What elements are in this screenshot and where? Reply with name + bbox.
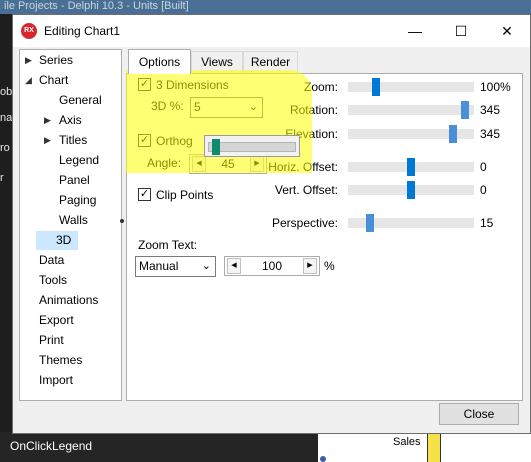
splitter-handle[interactable] [120, 219, 124, 223]
tree-item-tools[interactable]: Tools [36, 271, 70, 290]
zoom-slider-track[interactable] [348, 82, 474, 92]
ide-title-strip: ile Projects - Delphi 10.3 - Units [Buil… [0, 0, 531, 14]
tree-item-data[interactable]: Data [36, 251, 67, 270]
horiz-offset-slider-thumb[interactable] [407, 158, 415, 176]
clip-points-label: Clip Points [156, 188, 214, 202]
zoom-text-mode-value: Manual [139, 259, 179, 273]
three-d-percent-slider-popup[interactable] [204, 135, 300, 157]
vert-offset-value: 0 [480, 183, 487, 197]
rotation-slider-thumb[interactable] [461, 101, 470, 119]
expand-arrow-icon[interactable]: ▶ [44, 111, 51, 130]
editor-tree[interactable]: ▶ Series ◢ Chart General ▶ Axis ▶ Titles… [19, 49, 122, 401]
tree-item-export[interactable]: Export [36, 311, 77, 330]
orthogonal-checkbox[interactable]: ✓ [138, 134, 151, 147]
slider-label-zoom: Zoom: [303, 80, 338, 94]
decrement-arrow-icon[interactable]: ◀ [192, 156, 206, 172]
popup-slider-thumb[interactable] [212, 139, 220, 155]
elevation-slider-thumb[interactable] [449, 125, 458, 143]
vert-offset-slider-thumb[interactable] [407, 181, 415, 199]
ide-left-panel: ob na ro r [0, 14, 12, 462]
chevron-down-icon[interactable]: ⌄ [202, 257, 211, 276]
tree-item-import[interactable]: Import [36, 371, 76, 390]
ide-left-fragment: ob [0, 86, 13, 98]
tree-item-3d[interactable]: 3D [36, 231, 78, 250]
chart-preview-dot [320, 456, 326, 462]
three-d-percent-value: 5 [194, 100, 201, 114]
angle-value[interactable]: 45 [208, 155, 248, 173]
app-logo-icon: RX [21, 23, 37, 39]
tree-item-paging[interactable]: Paging [56, 191, 99, 210]
chart-preview-label: Sales [393, 436, 421, 448]
zoom-text-mode-combo[interactable]: Manual ⌄ [135, 256, 216, 277]
chart-preview-bar [427, 432, 441, 462]
dialog-title: Editing Chart1 [44, 24, 121, 38]
expand-arrow-icon[interactable]: ▶ [44, 131, 51, 150]
tree-item-chart[interactable]: Chart [36, 71, 71, 90]
title-bar[interactable]: RX Editing Chart1 — ☐ ✕ [13, 15, 530, 47]
zoom-text-spinner[interactable]: ◀ 100 ▶ [224, 256, 320, 276]
tree-item-general[interactable]: General [56, 91, 105, 110]
rotation-value: 345 [480, 103, 501, 117]
clip-points-checkbox[interactable]: ✓ [138, 188, 151, 201]
collapse-arrow-icon[interactable]: ◢ [25, 71, 32, 90]
maximize-button[interactable]: ☐ [438, 15, 484, 47]
zoom-slider-thumb[interactable] [371, 78, 380, 96]
ide-left-fragment: r [0, 172, 4, 184]
orthogonal-label: Orthog [156, 134, 193, 148]
ide-bottom-panel: OnClickLegend Sales [0, 432, 531, 462]
three-d-percent-label: 3D %: [151, 99, 184, 113]
perspective-slider-thumb[interactable] [365, 214, 374, 232]
tree-item-animations[interactable]: Animations [36, 291, 101, 310]
three-d-label: 3 Dimensions [156, 78, 229, 92]
options-page [126, 73, 523, 401]
elevation-value: 345 [480, 127, 501, 141]
tree-item-walls[interactable]: Walls [56, 211, 91, 230]
increment-arrow-icon[interactable]: ▶ [303, 258, 317, 274]
three-d-percent-combo[interactable]: 5 ⌄ [190, 97, 263, 118]
ide-left-fragment: ro [0, 142, 10, 154]
three-d-checkbox[interactable]: ✓ [138, 78, 151, 91]
slider-label-horiz-offset: Horiz. Offset: [268, 160, 338, 174]
popup-slider-track[interactable] [208, 142, 296, 152]
zoom-text-value[interactable]: 100 [243, 257, 301, 275]
rotation-slider-track[interactable] [348, 105, 474, 115]
tree-item-print[interactable]: Print [36, 331, 67, 350]
chart-preview-canvas [318, 432, 531, 462]
close-button[interactable]: Close [439, 403, 519, 425]
tab-render[interactable]: Render [243, 51, 298, 73]
tree-item-legend[interactable]: Legend [56, 151, 102, 170]
chevron-down-icon[interactable]: ⌄ [249, 98, 258, 117]
slider-label-rotation: Rotation: [289, 103, 338, 117]
angle-label: Angle: [147, 156, 182, 170]
expand-arrow-icon[interactable]: ▶ [25, 51, 32, 70]
tree-item-axis[interactable]: Axis [56, 111, 85, 130]
zoom-value: 100% [480, 80, 511, 94]
angle-spinner[interactable]: ◀ 45 ▶ [189, 154, 267, 174]
tree-item-themes[interactable]: Themes [36, 351, 85, 370]
slider-label-perspective: Perspective: [271, 216, 338, 230]
minimize-button[interactable]: — [392, 15, 438, 47]
tab-views[interactable]: Views [191, 51, 243, 73]
tree-item-panel[interactable]: Panel [56, 171, 93, 190]
slider-label-vert-offset: Vert. Offset: [274, 183, 338, 197]
tab-options[interactable]: Options [128, 49, 191, 74]
horiz-offset-value: 0 [480, 160, 487, 174]
decrement-arrow-icon[interactable]: ◀ [227, 258, 241, 274]
event-label[interactable]: OnClickLegend [10, 439, 92, 453]
ide-left-fragment: na [0, 112, 13, 124]
zoom-text-unit: % [324, 259, 335, 273]
zoom-text-label: Zoom Text: [138, 238, 198, 252]
tree-item-titles[interactable]: Titles [56, 131, 90, 150]
tree-item-series[interactable]: Series [36, 51, 76, 70]
editing-chart-dialog: RX Editing Chart1 — ☐ ✕ ▶ Series ◢ Chart… [12, 14, 531, 434]
close-window-button[interactable]: ✕ [484, 15, 530, 47]
perspective-value: 15 [480, 216, 494, 230]
